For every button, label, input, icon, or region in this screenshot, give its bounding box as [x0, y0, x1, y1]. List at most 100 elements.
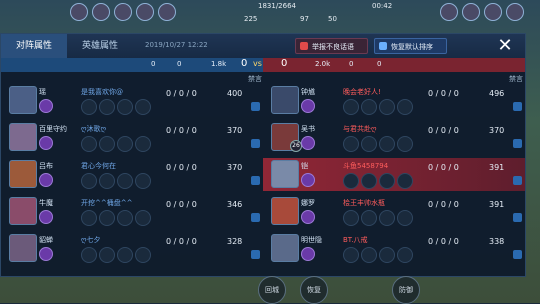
tab-match-stats[interactable]: 对阵属性 [1, 34, 67, 58]
restore-icon [379, 42, 387, 50]
hero-avatar[interactable] [9, 197, 37, 225]
hero-name: 牛魔 [39, 199, 53, 207]
equipment-slot-icon [361, 247, 377, 263]
equipment-slot-icon [379, 136, 395, 152]
hero-avatar[interactable] [271, 197, 299, 225]
tab-hero-stats[interactable]: 英雄属性 [67, 34, 133, 58]
equipment-slot-icon [81, 247, 97, 263]
equipment-slot-icon [397, 247, 413, 263]
hero-avatar[interactable] [9, 86, 37, 114]
summoner-skill-icon [39, 173, 53, 187]
equipment-slot-icon [379, 247, 395, 263]
heal-button[interactable]: 恢复 [300, 276, 328, 304]
mute-chat-icon[interactable] [251, 213, 260, 222]
hero-avatar[interactable]: 26 [271, 123, 302, 152]
equipment-slot-icon [343, 210, 359, 226]
equipment-slot-icon [135, 136, 151, 152]
blue-towers: 0 [151, 60, 156, 68]
report-button[interactable]: 举报不良话语 [295, 38, 368, 54]
gold-value: 370 [227, 126, 243, 135]
ally-portrait [70, 3, 88, 21]
left-player-row: 瑶 是我喜欢你@ 0 / 0 / 0 400 [1, 84, 263, 117]
summoner-skill-icon [301, 173, 315, 187]
equipment-slot-icon [379, 173, 395, 189]
summoner-skill-icon [39, 247, 53, 261]
equipment-slot-icon [361, 99, 377, 115]
hero-avatar[interactable] [9, 234, 37, 262]
kda-value: 0 / 0 / 0 [428, 200, 459, 209]
mute-chat-icon[interactable] [513, 139, 522, 148]
hero-name: 明世隐 [301, 236, 322, 244]
equipment-slot-icon [343, 136, 359, 152]
gold-value: 346 [227, 200, 243, 209]
player-game-name: 晚会老好人! [343, 88, 381, 96]
right-player-row: 26 吴书 与君共赴ღ 0 / 0 / 0 370 [263, 121, 525, 154]
hero-avatar[interactable] [271, 234, 299, 262]
equipment-slot-icon [379, 99, 395, 115]
mute-chat-icon[interactable] [251, 176, 260, 185]
mute-chat-icon[interactable] [513, 213, 522, 222]
hero-avatar[interactable] [271, 86, 299, 114]
kda-value: 0 / 0 / 0 [428, 126, 459, 135]
hero-avatar[interactable] [271, 160, 299, 188]
equipment-slot-icon [379, 210, 395, 226]
restore-order-button[interactable]: 恢复默认排序 [374, 38, 447, 54]
hero-name: 吴书 [301, 125, 315, 133]
hero-name: 钟馗 [301, 88, 315, 96]
player-game-name: 君心今何在 [81, 162, 116, 170]
left-player-row: 吕布 君心今何在 0 / 0 / 0 370 [1, 158, 263, 191]
player-game-name: 开挖^^桶盘^^ [81, 199, 133, 207]
player-game-name: 斗鱼5458794 [343, 162, 389, 170]
equipment-slot-icon [99, 210, 115, 226]
hero-avatar[interactable] [9, 160, 37, 188]
recall-button[interactable]: 回城 [258, 276, 286, 304]
mute-chat-icon[interactable] [251, 139, 260, 148]
ally-portrait [92, 3, 110, 21]
mute-chat-icon[interactable] [251, 250, 260, 259]
mute-chat-icon[interactable] [513, 250, 522, 259]
left-mute-header: 禁言 [248, 75, 262, 83]
player-game-name: 是我喜欢你@ [81, 88, 123, 96]
gold-value: 391 [489, 200, 505, 209]
tab-bar: 对阵属性 英雄属性 2019/10/27 12:22 举报不良话语 恢复默认排序… [1, 34, 525, 58]
red-towers: 0 [349, 60, 354, 68]
kda-value: 0 / 0 / 0 [166, 89, 197, 98]
restore-label: 恢复默认排序 [391, 43, 433, 51]
gold-value: 370 [227, 163, 243, 172]
gold-value: 400 [227, 89, 243, 98]
kda-value: 0 / 0 / 0 [166, 126, 197, 135]
red-kills: 0 [281, 58, 288, 69]
mute-chat-icon[interactable] [513, 102, 522, 111]
equipment-slot-icon [117, 247, 133, 263]
player-game-name: 桧王丰帅水瓶 [343, 199, 385, 207]
right-player-row: 明世隐 BT.八戒 0 / 0 / 0 338 [263, 232, 525, 265]
equipment-slot-icon [397, 173, 413, 189]
equipment-slot-icon [135, 173, 151, 189]
equipment-slot-icon [135, 210, 151, 226]
defend-button[interactable]: 防御 [392, 276, 420, 304]
summoner-skill-icon [39, 210, 53, 224]
equipment-slot-icon [99, 173, 115, 189]
mute-chat-icon[interactable] [513, 176, 522, 185]
enemy-portrait [440, 3, 458, 21]
equipment-slot-icon [361, 210, 377, 226]
equipment-slot-icon [81, 173, 97, 189]
top-hud: 1831/2664 00:42 225 97 50 [0, 0, 540, 30]
mute-chat-icon[interactable] [251, 102, 260, 111]
equipment-slot-icon [135, 99, 151, 115]
match-datetime: 2019/10/27 12:22 [145, 41, 208, 49]
kda-value: 0 / 0 / 0 [166, 163, 197, 172]
hero-avatar[interactable] [9, 123, 37, 151]
red-gold: 2.0k [315, 60, 331, 68]
equipment-slot-icon [81, 99, 97, 115]
ally-portrait [136, 3, 154, 21]
blue-gold: 1.8k [211, 60, 227, 68]
kda-value: 0 / 0 / 0 [428, 163, 459, 172]
equipment-slot-icon [397, 136, 413, 152]
equipment-slot-icon [361, 136, 377, 152]
report-icon [300, 42, 308, 50]
equipment-slot-icon [117, 210, 133, 226]
gold-value: 496 [489, 89, 505, 98]
close-icon[interactable]: ✕ [495, 36, 515, 56]
equipment-slot-icon [99, 99, 115, 115]
